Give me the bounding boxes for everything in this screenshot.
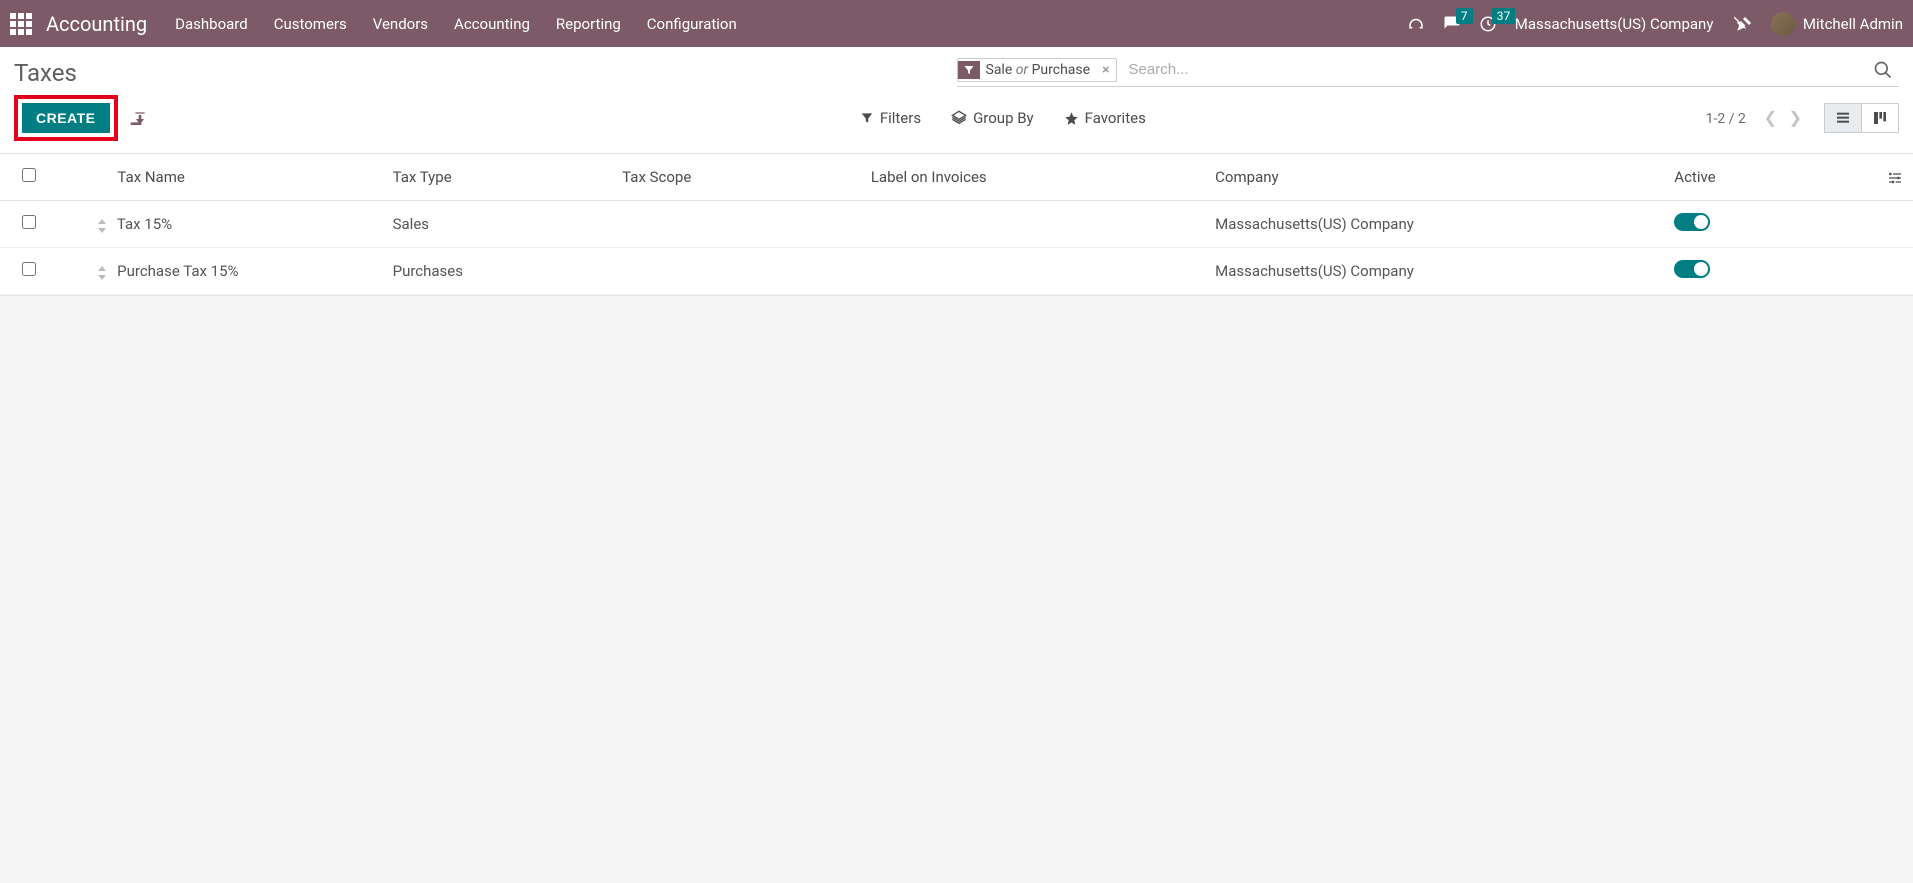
cell-label [861, 248, 1205, 295]
list-view-button[interactable] [1824, 103, 1861, 133]
app-brand[interactable]: Accounting [46, 12, 147, 36]
cell-tax-scope [612, 201, 861, 248]
favorites-button[interactable]: Favorites [1064, 109, 1146, 127]
cell-company: Massachusetts(US) Company [1205, 248, 1664, 295]
messages-icon[interactable]: 7 [1443, 15, 1461, 33]
table-row[interactable]: Tax 15% Sales Massachusetts(US) Company [0, 201, 1913, 248]
taxes-table: Tax Name Tax Type Tax Scope Label on Inv… [0, 154, 1913, 295]
cell-company: Massachusetts(US) Company [1205, 201, 1664, 248]
search-input[interactable] [1123, 57, 1867, 82]
cell-label [861, 201, 1205, 248]
apps-icon[interactable] [10, 13, 32, 35]
nav-menu: Dashboard Customers Vendors Accounting R… [175, 15, 1407, 33]
cell-tax-type: Sales [383, 201, 613, 248]
filter-icon [958, 61, 980, 79]
export-button[interactable] [128, 109, 148, 128]
col-tax-type[interactable]: Tax Type [383, 154, 613, 201]
row-checkbox[interactable] [22, 215, 36, 229]
breadcrumb: Taxes [14, 55, 957, 87]
col-tax-scope[interactable]: Tax Scope [612, 154, 861, 201]
company-switcher[interactable]: Massachusetts(US) Company [1515, 15, 1714, 33]
facet-remove[interactable]: × [1096, 62, 1115, 78]
debug-icon[interactable] [1731, 15, 1752, 33]
filters-button[interactable]: Filters [860, 109, 921, 127]
user-name: Mitchell Admin [1803, 15, 1903, 33]
nav-reporting[interactable]: Reporting [556, 15, 621, 33]
pager-text[interactable]: 1-2 / 2 [1706, 111, 1746, 127]
activities-icon[interactable]: 37 [1479, 15, 1497, 33]
facet-text: Sale or Purchase [980, 59, 1097, 81]
cell-tax-name: Purchase Tax 15% [117, 262, 238, 280]
support-icon[interactable] [1407, 15, 1425, 33]
drag-handle-icon[interactable] [97, 218, 113, 233]
user-menu[interactable]: Mitchell Admin [1771, 12, 1903, 36]
pager-prev[interactable]: ❮ [1760, 108, 1781, 127]
col-label-invoices[interactable]: Label on Invoices [861, 154, 1205, 201]
active-toggle[interactable] [1674, 213, 1710, 231]
row-checkbox[interactable] [22, 262, 36, 276]
search-facet: Sale or Purchase × [957, 58, 1117, 82]
create-button[interactable]: CREATE [22, 103, 110, 133]
groupby-button[interactable]: Group By [951, 109, 1034, 127]
pager: 1-2 / 2 ❮ ❯ [1706, 108, 1806, 127]
nav-configuration[interactable]: Configuration [647, 15, 737, 33]
nav-accounting[interactable]: Accounting [454, 15, 530, 33]
create-highlight: CREATE [14, 95, 118, 141]
nav-dashboard[interactable]: Dashboard [175, 15, 248, 33]
nav-vendors[interactable]: Vendors [373, 15, 428, 33]
list-view: Tax Name Tax Type Tax Scope Label on Inv… [0, 154, 1913, 296]
col-tax-name[interactable]: Tax Name [57, 154, 382, 201]
cell-tax-scope [612, 248, 861, 295]
nav-right: 7 37 Massachusetts(US) Company Mitchell … [1407, 12, 1903, 36]
view-switcher [1824, 103, 1899, 133]
table-row[interactable]: Purchase Tax 15% Purchases Massachusetts… [0, 248, 1913, 295]
activities-badge: 37 [1492, 8, 1516, 24]
select-all-checkbox[interactable] [22, 168, 36, 182]
cell-tax-type: Purchases [383, 248, 613, 295]
messages-badge: 7 [1456, 8, 1473, 24]
search-area: Sale or Purchase × [957, 55, 1900, 87]
col-active[interactable]: Active [1664, 154, 1855, 201]
active-toggle[interactable] [1674, 260, 1710, 278]
nav-customers[interactable]: Customers [274, 15, 347, 33]
col-company[interactable]: Company [1205, 154, 1664, 201]
cell-tax-name: Tax 15% [117, 215, 172, 233]
main-navbar: Accounting Dashboard Customers Vendors A… [0, 0, 1913, 47]
search-icon[interactable] [1867, 60, 1899, 80]
pager-next[interactable]: ❯ [1785, 108, 1806, 127]
drag-handle-icon[interactable] [97, 265, 113, 280]
kanban-view-button[interactable] [1861, 103, 1899, 133]
avatar [1771, 12, 1795, 36]
control-panel: Taxes Sale or Purchase × CREATE [0, 47, 1913, 154]
optional-columns-button[interactable] [1856, 154, 1913, 201]
